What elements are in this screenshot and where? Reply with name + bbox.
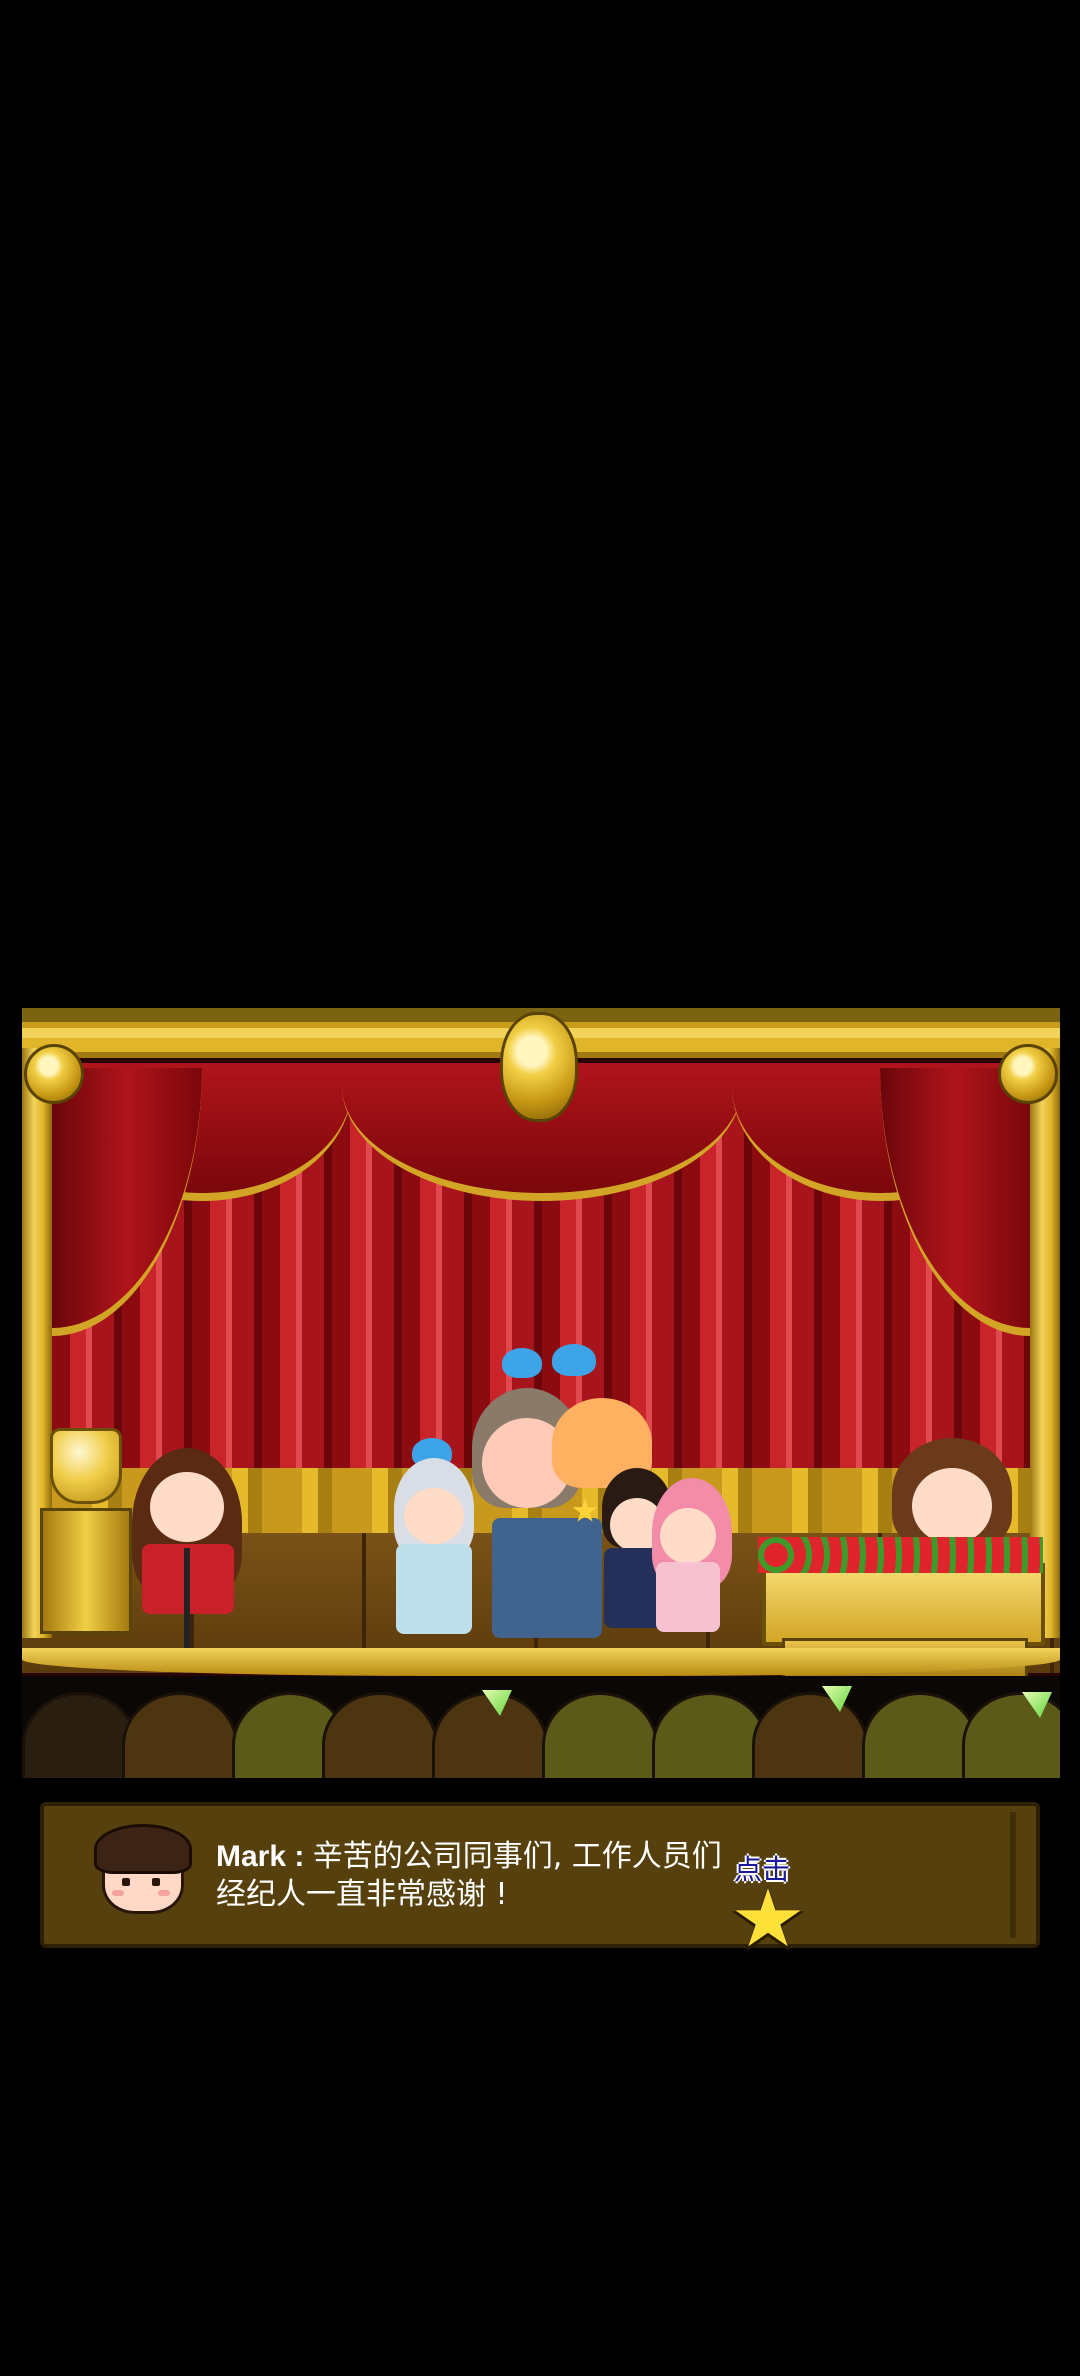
dialog-box[interactable]: Mark : 辛苦的公司同事们, 工作人员们 经纪人一直非常感谢 ! 点击 (40, 1802, 1040, 1952)
speaker-name: Mark (216, 1840, 287, 1873)
dialog-line-1-text: 辛苦的公司同事们, 工作人员们 (312, 1839, 722, 1874)
audience-head (542, 1692, 658, 1778)
flower-podium (758, 1537, 1045, 1646)
gold-ornament-right (998, 1044, 1058, 1104)
audience-head (322, 1692, 438, 1778)
gold-ornament-left (24, 1044, 84, 1104)
dialog-edge (1010, 1812, 1016, 1938)
audience-head (22, 1692, 138, 1778)
tap-label[interactable]: 点击 (734, 1848, 790, 1888)
pedestal-base (40, 1508, 132, 1634)
presenter-character (132, 1448, 252, 1648)
winners-group (382, 1344, 732, 1648)
audience-head (432, 1692, 548, 1778)
audience (22, 1676, 1060, 1778)
audience-head (862, 1692, 978, 1778)
award-stage-scene (22, 1008, 1060, 1778)
trophy-pedestal (32, 1428, 132, 1634)
bird-icon (502, 1348, 542, 1378)
audience-head (752, 1692, 868, 1778)
bird-icon (552, 1344, 596, 1376)
speaker-avatar (92, 1824, 192, 1914)
stage-edge (22, 1648, 1060, 1676)
gold-ornament-center (500, 1012, 578, 1122)
speaker-separator: : (286, 1840, 313, 1873)
trophy-icon (50, 1428, 122, 1504)
audience-head (652, 1692, 768, 1778)
audience-head (122, 1692, 238, 1778)
microphone-stand (184, 1548, 190, 1648)
